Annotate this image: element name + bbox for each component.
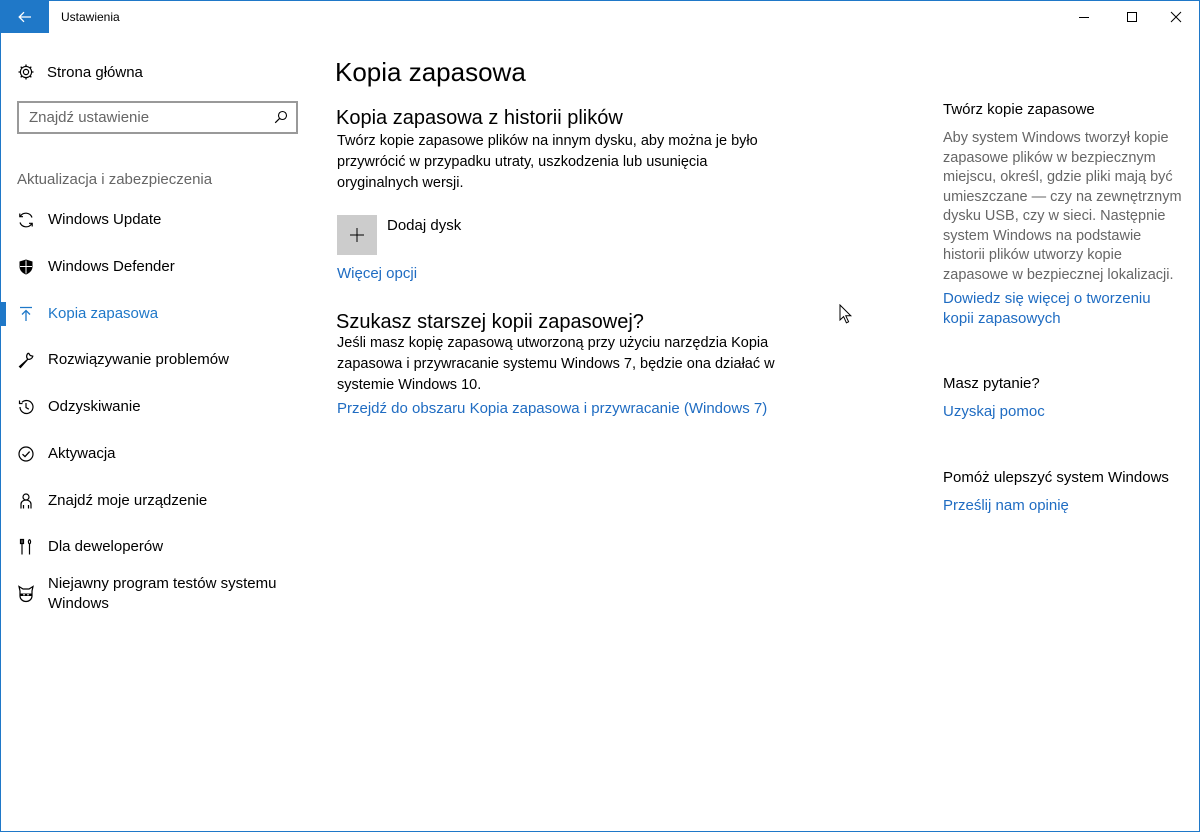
- minimize-icon: [1079, 17, 1089, 18]
- sidebar-item-find-device[interactable]: Znajdź moje urządzenie: [1, 481, 311, 521]
- sidebar-item-recovery[interactable]: Odzyskiwanie: [1, 387, 311, 427]
- page-title: Kopia zapasowa: [335, 57, 526, 87]
- learn-more-link[interactable]: Dowiedz się więcej o tworzeniu kopii zap…: [943, 289, 1183, 329]
- maximize-icon: [1127, 12, 1137, 22]
- history-icon: [18, 399, 34, 415]
- sidebar-item-label: Windows Update: [48, 211, 162, 228]
- search-box[interactable]: [17, 101, 298, 134]
- question-title: Masz pytanie?: [943, 375, 1040, 392]
- search-icon[interactable]: [274, 110, 288, 124]
- sidebar-item-label: Znajdź moje urządzenie: [48, 492, 208, 509]
- sidebar-item-developers[interactable]: Dla deweloperów: [1, 527, 311, 567]
- older-backup-description: Jeśli masz kopię zapasową utworzoną przy…: [337, 335, 775, 393]
- gear-icon: [18, 64, 34, 80]
- home-label: Strona główna: [47, 63, 143, 81]
- plus-icon: [350, 228, 364, 242]
- sidebar-item-label: Aktywacja: [48, 445, 116, 462]
- sidebar-item-insider-program[interactable]: Niejawny program testów systemu Windows: [1, 574, 311, 614]
- wrench-icon: [18, 352, 34, 369]
- improve-windows-title: Pomóż ulepszyć system Windows: [943, 469, 1169, 486]
- sync-icon: [19, 212, 33, 228]
- add-disk-button[interactable]: [337, 215, 377, 255]
- close-button[interactable]: [1153, 1, 1199, 33]
- ninja-cat-icon: [18, 585, 34, 603]
- check-circle-icon: [18, 446, 34, 462]
- section-label: Aktualizacja i zabezpieczenia: [17, 171, 213, 188]
- file-history-description: Twórz kopie zapasowe plików na innym dys…: [337, 133, 758, 191]
- tools-icon: [19, 538, 32, 555]
- mouse-cursor-icon: [839, 304, 853, 324]
- person-icon: [20, 493, 32, 509]
- send-feedback-link[interactable]: Prześlij nam opinię: [943, 496, 1183, 516]
- shield-icon: [19, 259, 33, 275]
- sidebar-item-label: Dla deweloperów: [48, 538, 164, 555]
- minimize-button[interactable]: [1061, 1, 1107, 33]
- close-icon: [1170, 11, 1182, 23]
- maximize-button[interactable]: [1109, 1, 1155, 33]
- sidebar-item-troubleshoot[interactable]: Rozwiązywanie problemów: [1, 340, 311, 380]
- get-help-link[interactable]: Uzyskaj pomoc: [943, 402, 1183, 422]
- sidebar-item-label: Odzyskiwanie: [48, 398, 141, 415]
- search-input[interactable]: [29, 109, 265, 126]
- file-history-heading: Kopia zapasowa z historii plików: [336, 107, 623, 129]
- backup-info-title: Twórz kopie zapasowe: [943, 101, 1095, 118]
- app-title: Ustawienia: [61, 10, 120, 24]
- sidebar-item-label: Niejawny program testów systemu Windows: [48, 575, 277, 612]
- settings-window: Ustawienia Strona główna Aktualizacja i …: [0, 0, 1200, 832]
- backup-arrow-icon: [20, 306, 32, 321]
- back-arrow-icon: [18, 11, 31, 23]
- backup-info-text: Aby system Windows tworzył kopie zapasow…: [943, 130, 1182, 283]
- more-options-link[interactable]: Więcej opcji: [337, 265, 417, 282]
- older-backup-heading: Szukasz starszej kopii zapasowej?: [336, 311, 644, 333]
- back-button[interactable]: [1, 1, 49, 33]
- sidebar-item-label: Windows Defender: [48, 258, 175, 275]
- sidebar-item-backup[interactable]: Kopia zapasowa: [1, 294, 311, 334]
- sidebar-item-activation[interactable]: Aktywacja: [1, 434, 311, 474]
- backup-restore-win7-link[interactable]: Przejdź do obszaru Kopia zapasowa i przy…: [337, 400, 767, 417]
- add-disk-label[interactable]: Dodaj dysk: [387, 217, 461, 234]
- title-bar: Ustawienia: [1, 1, 1199, 33]
- sidebar-item-windows-update[interactable]: Windows Update: [1, 200, 311, 240]
- sidebar-item-label: Kopia zapasowa: [48, 305, 159, 322]
- home-nav-item[interactable]: Strona główna: [17, 59, 297, 85]
- sidebar-item-label: Rozwiązywanie problemów: [48, 351, 229, 368]
- sidebar-item-windows-defender[interactable]: Windows Defender: [1, 247, 311, 287]
- active-indicator: [1, 302, 6, 326]
